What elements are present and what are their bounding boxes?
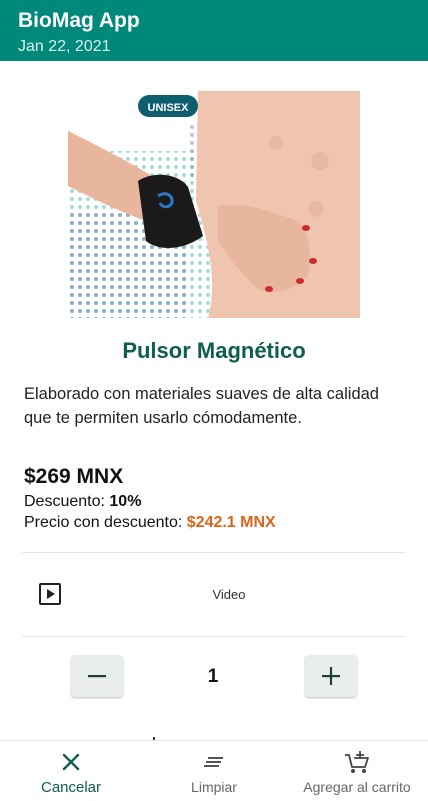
product-image: UNISEX (68, 91, 360, 318)
plus-icon (322, 667, 340, 685)
divider (22, 552, 406, 553)
clear-all-icon (204, 757, 223, 767)
add-to-cart-icon (345, 751, 369, 773)
video-row[interactable]: Video (22, 561, 406, 629)
app-date: Jan 22, 2021 (18, 38, 111, 55)
minus-icon (88, 675, 106, 678)
final-price-line: Precio con descuento: $242.1 MNX (24, 514, 276, 532)
app-title: BioMag App (18, 9, 140, 32)
increment-button[interactable] (305, 655, 357, 697)
decrement-button[interactable] (71, 655, 123, 697)
discount-line: Descuento: 10% (24, 493, 141, 511)
discount-value: 10% (109, 493, 142, 510)
discount-label: Descuento: (24, 493, 110, 510)
quantity-value: 1 (207, 666, 219, 687)
bottom-navigation: Cancelar Limpiar Agregar al carrito (0, 740, 428, 801)
app-bar: BioMag App Jan 22, 2021 (0, 0, 428, 61)
nav-clear[interactable]: Limpiar (143, 741, 285, 801)
unisex-badge: UNISEX (148, 102, 190, 114)
product-price: $269 MNX (24, 465, 124, 488)
nav-clear-label: Limpiar (191, 779, 237, 795)
final-price-value: $242.1 MNX (186, 514, 276, 531)
product-description: Elaborado con materiales suaves de alta … (24, 385, 379, 427)
product-title: Pulsor Magnético (122, 338, 306, 363)
nav-add-to-cart[interactable]: Agregar al carrito (286, 741, 428, 801)
divider (22, 636, 406, 637)
nav-cancel[interactable]: Cancelar (0, 741, 142, 801)
video-label[interactable]: Video (22, 587, 428, 602)
final-price-label: Precio con descuento: (24, 514, 187, 531)
nav-add-to-cart-label: Agregar al carrito (303, 779, 411, 795)
close-icon (62, 753, 80, 771)
nav-cancel-label: Cancelar (40, 779, 102, 796)
